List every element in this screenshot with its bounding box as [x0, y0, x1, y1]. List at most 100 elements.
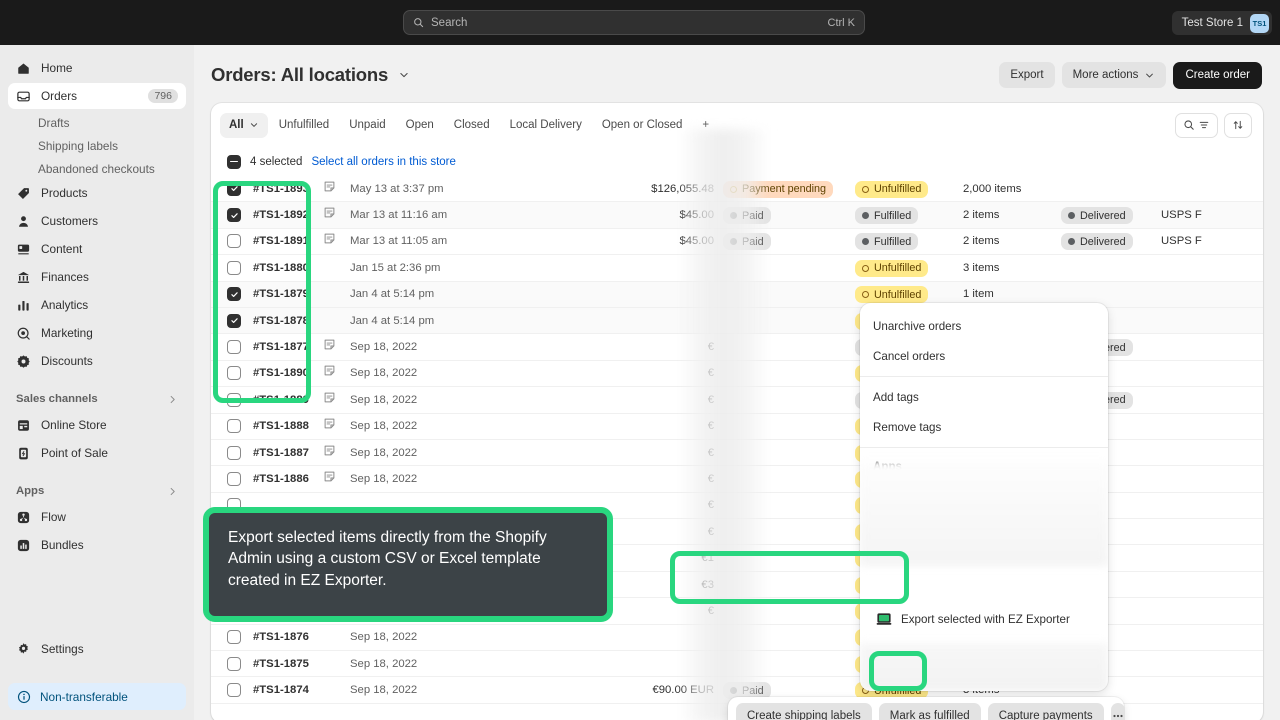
- select-all-link[interactable]: Select all orders in this store: [311, 156, 455, 168]
- top-bar: Search Ctrl K Test Store 1 TS1: [0, 0, 1280, 45]
- chevron-right-icon: [167, 486, 178, 497]
- row-checkbox[interactable]: [227, 419, 241, 433]
- sidebar-item-point-of-sale[interactable]: Point of Sale: [8, 440, 186, 466]
- row-checkbox[interactable]: [227, 446, 241, 460]
- chevron-down-icon[interactable]: [398, 69, 410, 81]
- row-checkbox[interactable]: [227, 314, 241, 328]
- order-id: #TS1-1879: [253, 288, 323, 300]
- row-checkbox[interactable]: [227, 208, 241, 222]
- store-switcher[interactable]: Test Store 1 TS1: [1173, 11, 1272, 35]
- table-row[interactable]: #TS1-1879Jan 4 at 5:14 pmUnfulfilled1 it…: [211, 282, 1263, 308]
- bulk-action-capture-payments[interactable]: Capture payments: [988, 703, 1104, 720]
- row-checkbox[interactable]: [227, 472, 241, 486]
- row-checkbox-cell: [227, 366, 253, 380]
- sidebar-item-bundles[interactable]: Bundles: [8, 532, 186, 558]
- row-checkbox[interactable]: [227, 366, 241, 380]
- sidebar-item-analytics[interactable]: Analytics: [8, 292, 186, 318]
- tab-open[interactable]: Open: [397, 113, 443, 138]
- status-dot: [862, 212, 869, 219]
- more-actions-button[interactable]: More actions: [1062, 62, 1167, 88]
- tab-all[interactable]: All: [220, 113, 268, 138]
- sidebar-item-orders[interactable]: Orders796: [8, 83, 186, 109]
- row-checkbox[interactable]: [227, 182, 241, 196]
- sidebar-item-finances[interactable]: Finances: [8, 264, 186, 290]
- orders-inbox-icon: [16, 89, 31, 104]
- menu-item-add-tags[interactable]: Add tags: [860, 382, 1108, 412]
- menu-item-cancel-orders[interactable]: Cancel orders: [860, 341, 1108, 371]
- create-order-button[interactable]: Create order: [1173, 62, 1262, 89]
- sidebar-item-online-store[interactable]: Online Store: [8, 412, 186, 438]
- bank-icon: [16, 270, 31, 285]
- sidebar-subitem-abandoned-checkouts[interactable]: Abandoned checkouts: [8, 157, 186, 180]
- row-checkbox[interactable]: [227, 657, 241, 671]
- sidebar-item-content[interactable]: Content: [8, 236, 186, 262]
- sidebar-item-home[interactable]: Home: [8, 55, 186, 81]
- bulk-action-mark-as-fulfilled[interactable]: Mark as fulfilled: [879, 703, 981, 720]
- payment-status-badge-label: Paid: [742, 685, 764, 697]
- sidebar-item-marketing[interactable]: Marketing: [8, 320, 186, 346]
- filter-tabs: All UnfulfilledUnpaidOpenClosed Local Deli…: [211, 103, 1263, 147]
- tab-unpaid[interactable]: Unpaid: [340, 113, 394, 138]
- sidebar-item-customers[interactable]: Customers: [8, 208, 186, 234]
- item-count: 2,000 items: [963, 183, 1061, 195]
- shipping-method: USPS F: [1161, 209, 1247, 221]
- order-date: Sep 18, 2022: [350, 631, 495, 643]
- page-header: Orders: All locations Export More action…: [211, 59, 1262, 91]
- bulk-action-create-shipping-labels[interactable]: Create shipping labels: [736, 703, 872, 720]
- tab-local-delivery[interactable]: Local Delivery: [501, 113, 591, 138]
- row-checkbox[interactable]: [227, 234, 241, 248]
- order-id: #TS1-1875: [253, 658, 323, 670]
- sidebar-item-label: Home: [41, 61, 178, 75]
- non-transferable-banner[interactable]: Non-transferable: [8, 683, 186, 710]
- bulk-action-bar: Create shipping labels Mark as fulfilled C…: [728, 697, 1124, 720]
- sidebar-item-discounts[interactable]: Discounts: [8, 348, 186, 374]
- row-checkbox[interactable]: [227, 683, 241, 697]
- status-dot: [862, 291, 869, 298]
- more-actions-label: More actions: [1073, 69, 1139, 81]
- row-checkbox-cell: [227, 419, 253, 433]
- sidebar-subitem-shipping-labels[interactable]: Shipping labels: [8, 134, 186, 157]
- order-date: Sep 18, 2022: [350, 658, 495, 670]
- search-filter-button[interactable]: [1175, 113, 1218, 138]
- select-all-checkbox[interactable]: [227, 155, 241, 169]
- status-dot: [730, 687, 737, 694]
- menu-item-remove-tags[interactable]: Remove tags: [860, 412, 1108, 442]
- status-dot: [862, 238, 869, 245]
- note-cell: [323, 364, 350, 382]
- table-row[interactable]: #TS1-1880Jan 15 at 2:36 pmUnfulfilled3 i…: [211, 255, 1263, 281]
- tab-open-or-closed[interactable]: Open or Closed: [593, 113, 692, 138]
- note-icon: [323, 206, 336, 219]
- tab-label: Local Delivery: [510, 119, 582, 131]
- row-checkbox[interactable]: [227, 630, 241, 644]
- sidebar-item-settings[interactable]: Settings: [8, 636, 186, 662]
- sidebar-item-flow[interactable]: Flow: [8, 504, 186, 530]
- status-dot: [1068, 238, 1075, 245]
- row-checkbox[interactable]: [227, 261, 241, 275]
- menu-item-unarchive-orders[interactable]: Unarchive orders: [860, 311, 1108, 341]
- tab-closed[interactable]: Closed: [445, 113, 499, 138]
- row-checkbox[interactable]: [227, 340, 241, 354]
- sidebar-subitem-drafts[interactable]: Drafts: [8, 111, 186, 134]
- search-input[interactable]: Search Ctrl K: [403, 10, 865, 35]
- fulfillment-status-badge-label: Unfulfilled: [874, 289, 921, 301]
- order-id: #TS1-1876: [253, 631, 323, 643]
- table-row[interactable]: #TS1-1891Mar 13 at 11:05 am$45.00PaidFul…: [211, 229, 1263, 255]
- tab-+[interactable]: +: [693, 113, 718, 138]
- more-bulk-actions-button[interactable]: [1111, 703, 1125, 720]
- note-icon: [323, 232, 336, 245]
- row-checkbox[interactable]: [227, 287, 241, 301]
- delivery-status-badge: Delivered: [1061, 233, 1133, 250]
- sidebar-group-sales-channels[interactable]: Sales channels: [8, 386, 186, 412]
- table-row[interactable]: #TS1-1892Mar 13 at 11:16 am$45.00PaidFul…: [211, 202, 1263, 228]
- tab-label: All: [229, 119, 244, 131]
- sidebar-item-products[interactable]: Products: [8, 180, 186, 206]
- row-checkbox[interactable]: [227, 393, 241, 407]
- fulfillment-status-badge: Fulfilled: [855, 233, 918, 250]
- menu-item-export-ez-exporter[interactable]: Export selected with EZ Exporter: [872, 604, 1096, 634]
- sidebar-group-apps[interactable]: Apps: [8, 478, 186, 504]
- delivery-status-badge-label: Delivered: [1080, 210, 1126, 222]
- sort-button[interactable]: [1224, 113, 1252, 138]
- table-row[interactable]: #TS1-1893May 13 at 3:37 pm$126,055.48Pay…: [211, 176, 1263, 202]
- export-button[interactable]: Export: [999, 62, 1054, 88]
- tab-unfulfilled[interactable]: Unfulfilled: [270, 113, 339, 138]
